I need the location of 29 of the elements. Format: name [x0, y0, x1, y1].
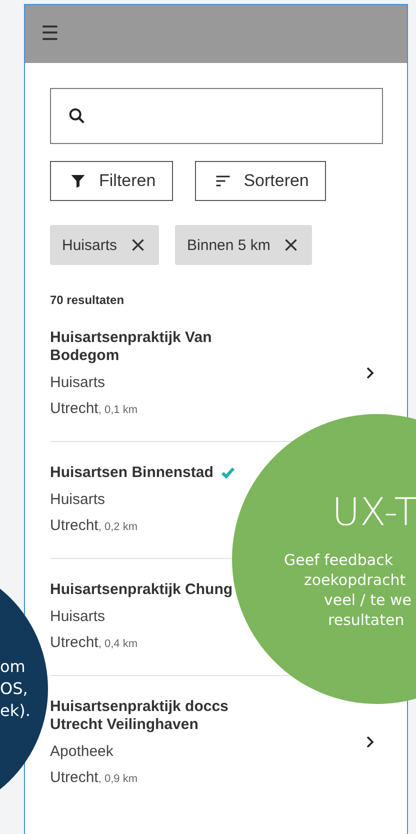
close-icon[interactable] — [284, 238, 298, 252]
result-item[interactable]: Huisartsenpraktijk doccs Utrecht Veilinghaven Apotheek Utrecht, 0,9 km — [50, 676, 383, 810]
funnel-icon — [69, 172, 87, 190]
result-type: Apotheek — [50, 743, 114, 760]
result-type: Huisarts — [50, 491, 106, 508]
result-location: Utrecht, 0,1 km — [50, 400, 138, 417]
chip-label: Huisarts — [62, 236, 118, 254]
result-name: Huisartsenpraktijk doccs Utrecht Veilinghaven — [50, 698, 230, 734]
chevron-right-icon — [365, 735, 375, 749]
info-text: OS, — [0, 678, 29, 700]
filter-button[interactable]: Filteren — [50, 161, 173, 201]
info-text: om — [0, 656, 26, 678]
result-location: Utrecht, 0,4 km — [50, 634, 138, 651]
chip-label: Binnen 5 km — [187, 236, 270, 254]
result-name: Huisartsen Binnenstad — [50, 464, 214, 482]
result-count: 70 resultaten — [50, 293, 126, 307]
sort-button[interactable]: Sorteren — [194, 161, 326, 201]
result-location: Utrecht, 0,2 km — [50, 517, 138, 534]
result-name: Huisartsenpraktijk Van Bodegom — [50, 329, 213, 365]
search-field[interactable] — [50, 88, 383, 144]
search-icon — [67, 106, 87, 126]
info-text: ek). — [0, 700, 32, 722]
close-icon[interactable] — [131, 238, 146, 252]
result-name: Huisartsenpraktijk Chung — [50, 581, 233, 599]
result-location: Utrecht, 0,9 km — [50, 769, 138, 786]
result-type: Huisarts — [50, 374, 106, 391]
menu-button[interactable]: ☰ — [41, 24, 59, 44]
result-type: Huisarts — [50, 608, 106, 625]
chevron-right-icon — [365, 366, 375, 380]
